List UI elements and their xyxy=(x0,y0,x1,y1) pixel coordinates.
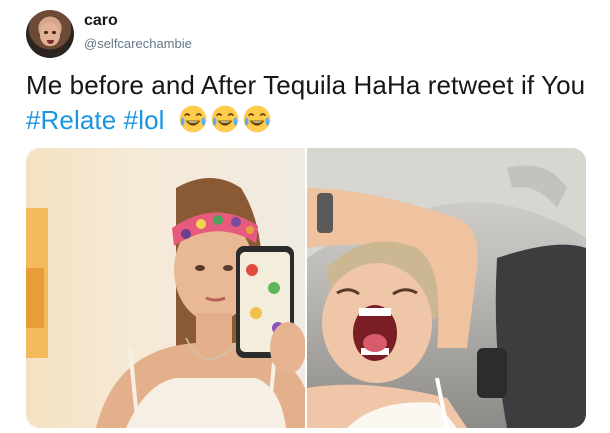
photo-after[interactable] xyxy=(307,148,586,428)
tweet-body-text: Me before and After Tequila HaHa retweet… xyxy=(26,70,586,100)
media-grid xyxy=(26,148,586,428)
photo-before-illustration xyxy=(26,178,305,428)
avatar[interactable] xyxy=(26,10,74,58)
hashtag-lol[interactable]: #lol xyxy=(124,105,165,135)
tears-of-joy-emoji-icon xyxy=(243,105,271,133)
hashtag-relate[interactable]: #Relate xyxy=(26,105,116,135)
tweet-text: Me before and After Tequila HaHa retweet… xyxy=(26,68,586,138)
tears-of-joy-emoji-icon xyxy=(211,105,239,133)
author-handle[interactable]: @selfcarechambie xyxy=(84,36,192,51)
avatar-eye xyxy=(44,31,48,34)
photo-before[interactable] xyxy=(26,148,305,428)
tears-of-joy-emoji-icon xyxy=(179,105,207,133)
photo-after-illustration xyxy=(307,148,586,428)
avatar-eye xyxy=(52,31,56,34)
author-name[interactable]: caro xyxy=(84,12,118,30)
